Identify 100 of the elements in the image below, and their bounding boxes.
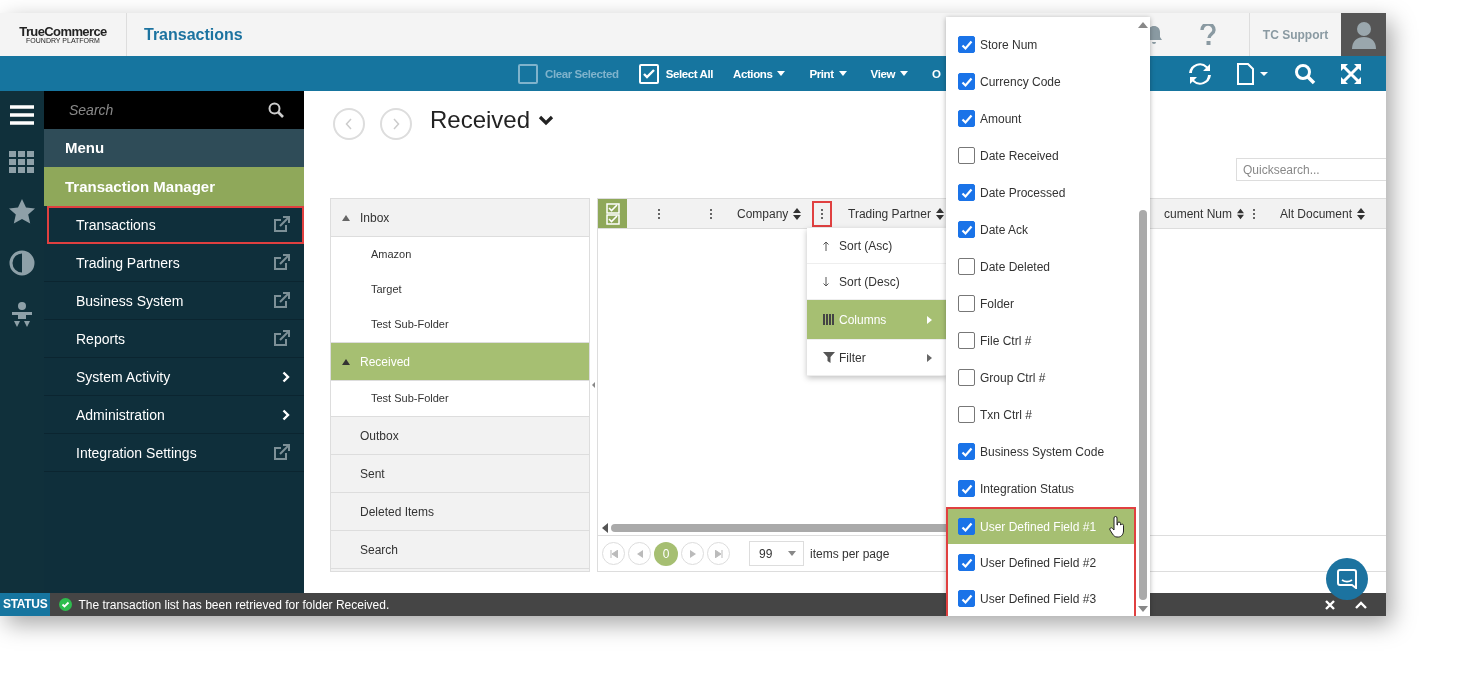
sidebar-item[interactable]: Integration Settings	[44, 434, 304, 472]
folder-item[interactable]: Search	[331, 531, 589, 569]
sort-icon[interactable]	[935, 207, 944, 220]
sort-icon[interactable]	[793, 207, 802, 220]
checkbox[interactable]	[958, 73, 975, 90]
column-option[interactable]: User Defined Field #3	[946, 581, 1136, 616]
checkmark-icon	[960, 112, 973, 125]
column-header[interactable]: Company	[737, 206, 789, 221]
external-link-icon	[273, 254, 290, 271]
columns-icon	[823, 314, 834, 325]
sidebar-item[interactable]: System Activity	[44, 358, 304, 396]
per-page-dropdown[interactable]: 99	[749, 541, 804, 566]
folder-title-dropdown[interactable]: Received	[430, 106, 555, 134]
chevron-up-icon[interactable]	[1355, 600, 1367, 609]
column-option[interactable]: Txn Ctrl #	[946, 396, 1136, 433]
column-option[interactable]: Date Received	[946, 137, 1136, 174]
sort-icon[interactable]	[1357, 207, 1366, 220]
avatar-button[interactable]	[1341, 13, 1386, 56]
sidebar-item[interactable]: Business System	[44, 282, 304, 320]
refresh-icon[interactable]	[1188, 62, 1212, 85]
sidebar-item[interactable]: Transactions	[47, 206, 304, 244]
checkbox[interactable]	[958, 554, 975, 571]
column-option[interactable]: User Defined Field #2	[946, 544, 1136, 581]
sidebar-item[interactable]: Trading Partners	[44, 244, 304, 282]
contrast-icon[interactable]	[9, 250, 35, 276]
checkbox[interactable]	[958, 258, 975, 275]
column-header[interactable]: Trading Partner	[848, 206, 931, 221]
column-option[interactable]: Date Ack	[946, 211, 1136, 248]
folder-item[interactable]: Deleted Items	[331, 493, 589, 531]
column-option[interactable]: Business System Code	[946, 433, 1136, 470]
close-icon[interactable]	[1325, 599, 1335, 610]
scrollbar-thumb[interactable]	[1139, 210, 1147, 600]
user-silhouette-icon	[1350, 20, 1377, 49]
column-header[interactable]: Alt Document	[1280, 206, 1353, 221]
grid-icon[interactable]	[9, 151, 35, 173]
search-field[interactable]: Search	[67, 101, 268, 119]
status-label: STATUS	[0, 593, 51, 616]
checkbox[interactable]	[958, 295, 975, 312]
quicksearch-field[interactable]: Quicksearch...	[1236, 158, 1386, 181]
checkbox[interactable]	[958, 369, 975, 386]
checkmark-icon	[960, 482, 973, 495]
document-icon[interactable]	[1236, 62, 1270, 85]
column-option[interactable]: Date Processed	[946, 174, 1136, 211]
menu-icon[interactable]	[10, 105, 34, 125]
sort-icon[interactable]	[1237, 207, 1244, 220]
checkmark-icon	[960, 520, 973, 533]
select-all-checkbox[interactable]	[598, 199, 627, 228]
column-option[interactable]: Group Ctrl #	[946, 359, 1136, 396]
column-option[interactable]: Date Deleted	[946, 248, 1136, 285]
status-message: The transaction list has been retrieved for folder Received.	[78, 597, 390, 612]
toolbar-menu[interactable]: Print	[809, 67, 847, 80]
folder-item[interactable]: Inbox	[331, 199, 589, 237]
chat-button[interactable]	[1326, 558, 1368, 600]
checkbox[interactable]	[958, 518, 975, 535]
help-icon[interactable]	[1200, 23, 1216, 46]
person-icon[interactable]	[11, 302, 33, 328]
checkbox[interactable]	[958, 184, 975, 201]
submenu-arrow-icon	[927, 353, 932, 362]
scroll-down-icon[interactable]	[1138, 606, 1148, 612]
column-option[interactable]: Store Num	[946, 26, 1136, 63]
sidebar-item[interactable]: Administration	[44, 396, 304, 434]
column-header[interactable]: cument Num	[1164, 206, 1233, 221]
checkmark-icon	[960, 38, 973, 51]
column-option[interactable]: Integration Status	[946, 470, 1136, 507]
folder-item[interactable]: Outbox	[331, 416, 589, 455]
triangle-left-icon	[636, 549, 643, 558]
expand-icon[interactable]	[1340, 62, 1362, 85]
checkbox[interactable]	[958, 406, 975, 423]
sidebar-item[interactable]: Reports	[44, 320, 304, 358]
checkbox[interactable]	[958, 110, 975, 127]
select-all-button[interactable]: Select All	[638, 63, 714, 84]
toolbar-menu[interactable]: O	[932, 67, 941, 80]
search-bar[interactable]: Search	[44, 91, 304, 129]
toolbar-menu[interactable]: Actions	[733, 67, 786, 80]
chat-bubble-icon	[1337, 569, 1357, 589]
checkbox[interactable]	[958, 147, 975, 164]
first-page-icon	[609, 549, 618, 558]
column-option[interactable]: Currency Code	[946, 63, 1136, 100]
checkbox[interactable]	[958, 480, 975, 497]
toolbar-menu[interactable]: View	[870, 67, 908, 80]
column-option[interactable]: Folder	[946, 285, 1136, 322]
collapse-arrow-icon[interactable]	[592, 382, 595, 388]
search-icon[interactable]	[268, 102, 284, 118]
submenu-arrow-icon	[927, 315, 932, 324]
column-menu-button[interactable]	[812, 200, 832, 227]
chevron-left-icon	[345, 118, 353, 130]
folder-item[interactable]: Sent	[331, 455, 589, 493]
checkbox[interactable]	[958, 221, 975, 238]
checkbox[interactable]	[958, 332, 975, 349]
page-title: Transactions	[144, 25, 243, 44]
checkbox[interactable]	[958, 443, 975, 460]
checkbox[interactable]	[958, 590, 975, 607]
column-option[interactable]: File Ctrl #	[946, 322, 1136, 359]
checkbox[interactable]	[958, 36, 975, 53]
column-option[interactable]: Amount	[946, 100, 1136, 137]
chevron-down-icon	[538, 114, 555, 126]
star-icon[interactable]	[9, 199, 35, 224]
checkmark-icon	[960, 556, 973, 569]
scroll-up-icon[interactable]	[1138, 22, 1148, 28]
chevron-right-icon	[282, 408, 290, 421]
